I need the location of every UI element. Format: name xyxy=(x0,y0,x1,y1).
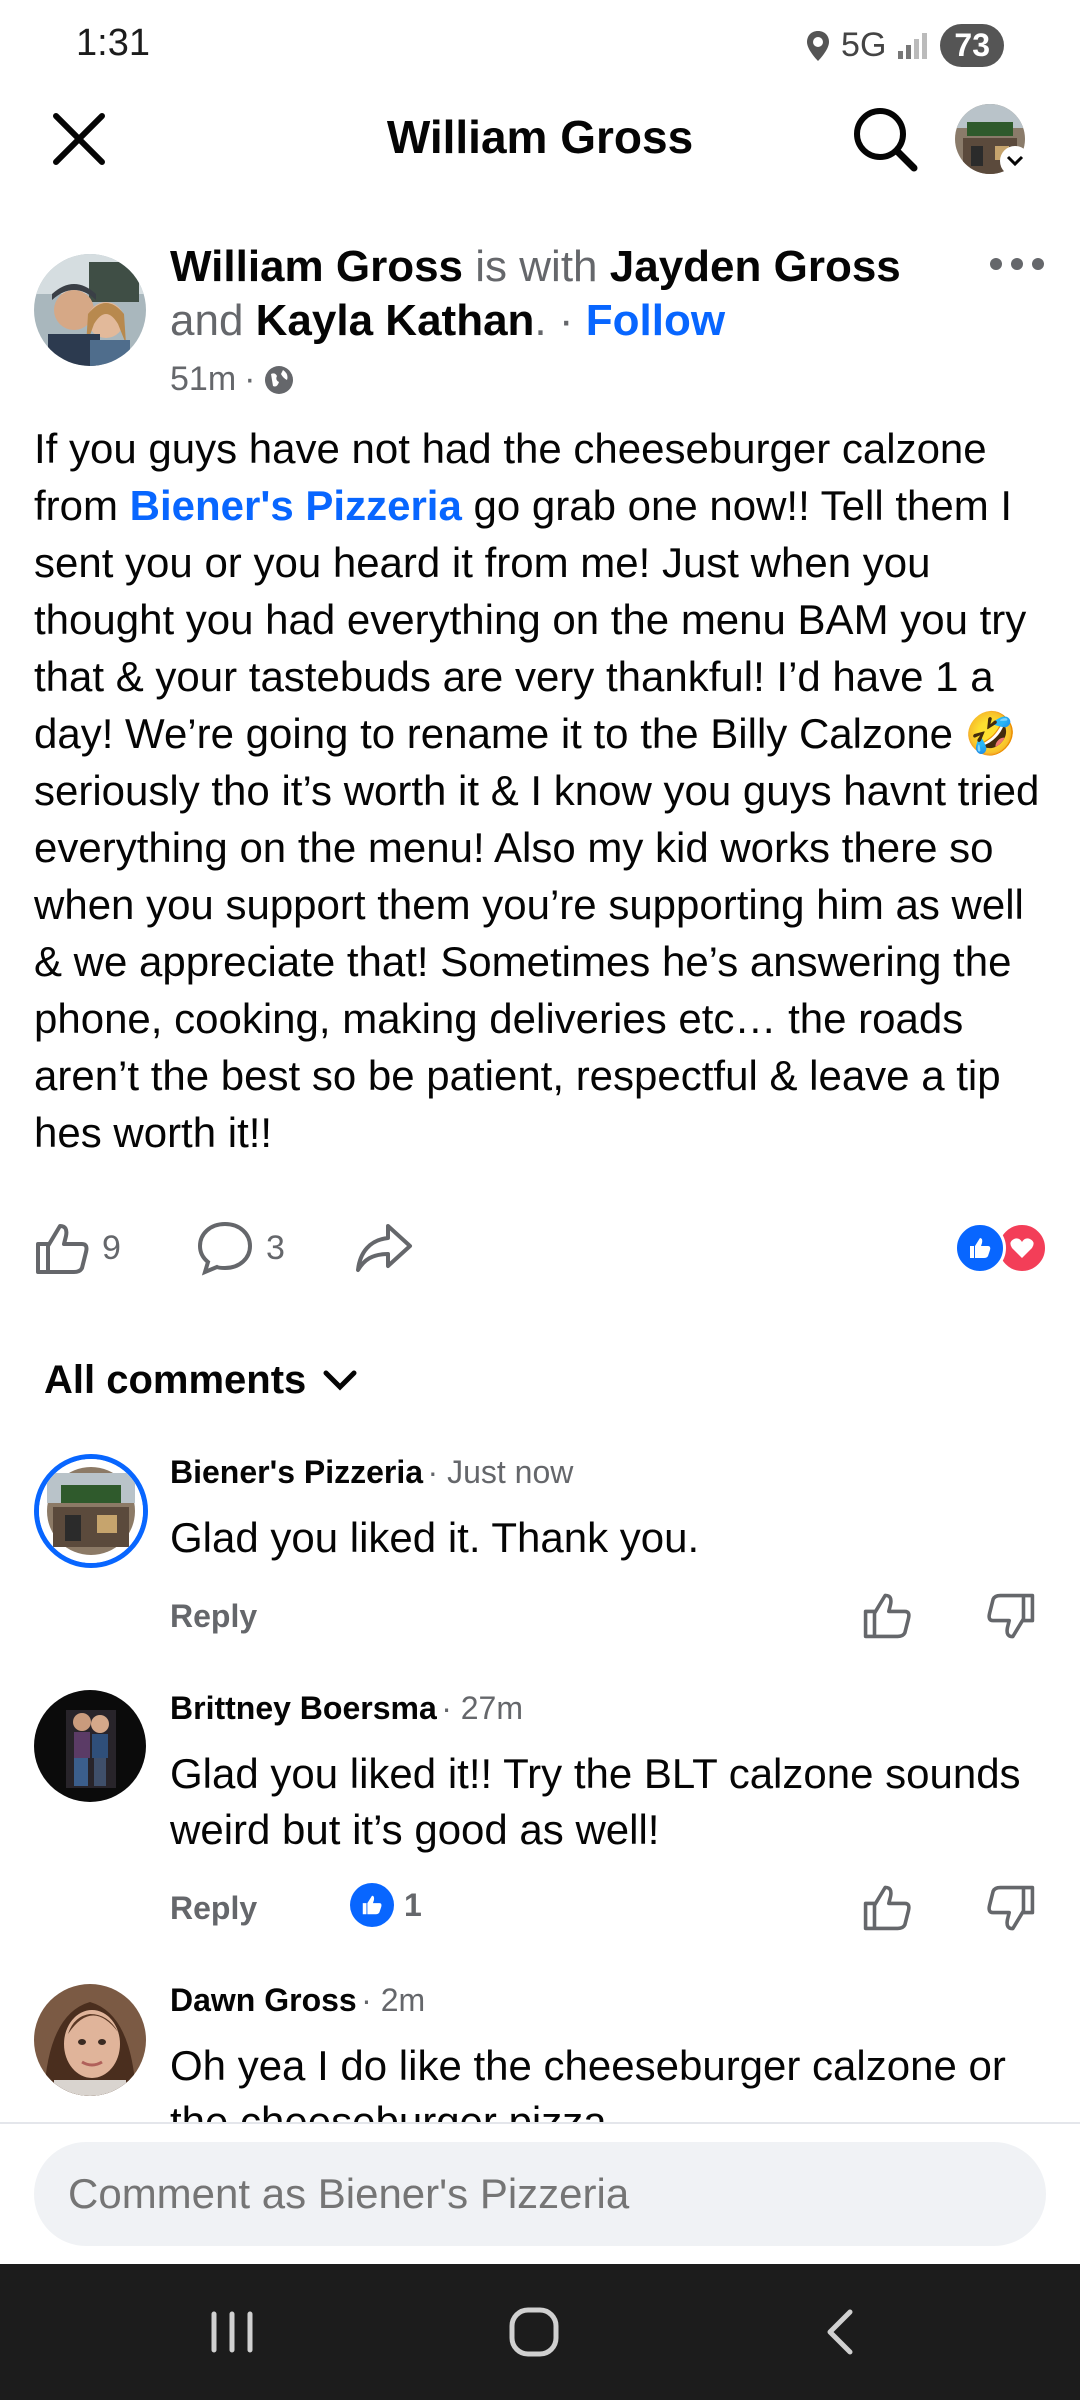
commenter-name[interactable]: Brittney Boersma xyxy=(170,1690,437,1726)
comment-time: · Just now xyxy=(427,1454,574,1490)
comment-time: · 27m xyxy=(441,1690,523,1726)
post-time[interactable]: 51m xyxy=(170,360,236,399)
comment-text: Glad you liked it!! Try the BLT calzone … xyxy=(170,1750,1021,1853)
battery-badge: 73 xyxy=(940,24,1004,67)
location-icon xyxy=(807,30,830,61)
home-button[interactable] xyxy=(506,2304,562,2365)
reply-button[interactable]: Reply xyxy=(170,1598,257,1635)
comment-icon xyxy=(197,1221,253,1276)
like-reaction-icon xyxy=(954,1222,1006,1274)
recent-apps-icon xyxy=(211,2311,253,2353)
laughing-emoji: 🤣 xyxy=(964,710,1018,757)
page-link[interactable]: Biener's Pizzeria xyxy=(130,482,462,529)
post-body: If you guys have not had the cheeseburge… xyxy=(34,425,1040,1156)
comment-dislike-button[interactable] xyxy=(986,1592,1036,1642)
and-text: and xyxy=(170,296,244,345)
commenter-photo xyxy=(34,1984,146,2096)
chevron-down-icon xyxy=(323,1370,357,1391)
thumbs-up-icon xyxy=(36,1224,89,1274)
status-icons: 5G 73 xyxy=(805,24,1004,67)
post-header-text: William Gross is with Jayden Gross and K… xyxy=(170,242,901,345)
author-name[interactable]: William Gross xyxy=(170,242,463,291)
thumbs-up-icon xyxy=(863,1593,911,1639)
comment-dislike-button[interactable] xyxy=(986,1884,1036,1934)
tagged-user-1[interactable]: Jayden Gross xyxy=(610,242,901,291)
comment-meta: Dawn Gross · 2m xyxy=(170,1982,425,2019)
comment-text: Glad you liked it. Thank you. xyxy=(170,1514,700,1561)
commenter-photo xyxy=(34,1690,146,1802)
network-label: 5G xyxy=(841,26,887,64)
like-count: 9 xyxy=(102,1228,121,1267)
post-meta: 51m · xyxy=(170,360,295,399)
commenter-name[interactable]: Dawn Gross xyxy=(170,1982,357,2018)
like-reaction-icon xyxy=(350,1883,394,1927)
comment-meta: Brittney Boersma · 27m xyxy=(170,1690,523,1727)
chevron-down-icon xyxy=(1006,155,1024,167)
comment-count: 3 xyxy=(266,1228,285,1267)
search-icon xyxy=(854,108,918,172)
like-button[interactable]: 9 xyxy=(34,1220,121,1276)
comment-button[interactable]: 3 xyxy=(196,1220,285,1276)
comment-avatar[interactable] xyxy=(34,1984,146,2096)
follow-button[interactable]: Follow xyxy=(586,296,725,345)
with-text: is with xyxy=(475,242,598,291)
globe-icon xyxy=(265,365,294,394)
commenter-name[interactable]: Biener's Pizzeria xyxy=(170,1454,423,1490)
back-icon xyxy=(827,2309,853,2355)
signal-icon xyxy=(898,32,928,59)
comment-meta: Biener's Pizzeria · Just now xyxy=(170,1454,573,1491)
comment-filter-dropdown[interactable]: All comments xyxy=(44,1358,358,1403)
reaction-count: 1 xyxy=(404,1886,422,1923)
comment-time: · 2m xyxy=(361,1982,426,2018)
back-button[interactable] xyxy=(816,2304,866,2365)
author-photo xyxy=(34,254,146,366)
thumbs-down-icon xyxy=(987,1593,1035,1639)
tagged-user-2[interactable]: Kayla Kathan xyxy=(256,296,535,345)
comment-like-button[interactable] xyxy=(862,1882,912,1932)
thumbs-up-icon xyxy=(863,1885,911,1931)
home-icon xyxy=(509,2307,559,2357)
search-button[interactable] xyxy=(850,104,920,174)
share-button[interactable] xyxy=(354,1220,414,1276)
recent-apps-button[interactable] xyxy=(200,2304,264,2365)
reply-button[interactable]: Reply xyxy=(170,1890,257,1927)
comment-like-button[interactable] xyxy=(862,1590,912,1640)
share-icon xyxy=(356,1224,412,1272)
thumbs-down-icon xyxy=(987,1885,1035,1931)
comment-input[interactable] xyxy=(34,2142,1046,2246)
author-avatar[interactable] xyxy=(34,254,146,366)
comment-reaction-count[interactable]: 1 xyxy=(350,1883,422,1927)
pizzeria-storefront-image xyxy=(39,1459,143,1563)
more-options-button[interactable] xyxy=(990,258,1044,270)
comment-filter-label: All comments xyxy=(44,1358,307,1402)
account-switch-chevron[interactable] xyxy=(1000,146,1030,176)
status-time: 1:31 xyxy=(76,22,150,64)
system-nav-bar xyxy=(0,2264,1080,2400)
reaction-summary[interactable] xyxy=(954,1222,1048,1274)
comment-avatar[interactable] xyxy=(34,1454,148,1568)
comment-avatar[interactable] xyxy=(34,1690,146,1802)
